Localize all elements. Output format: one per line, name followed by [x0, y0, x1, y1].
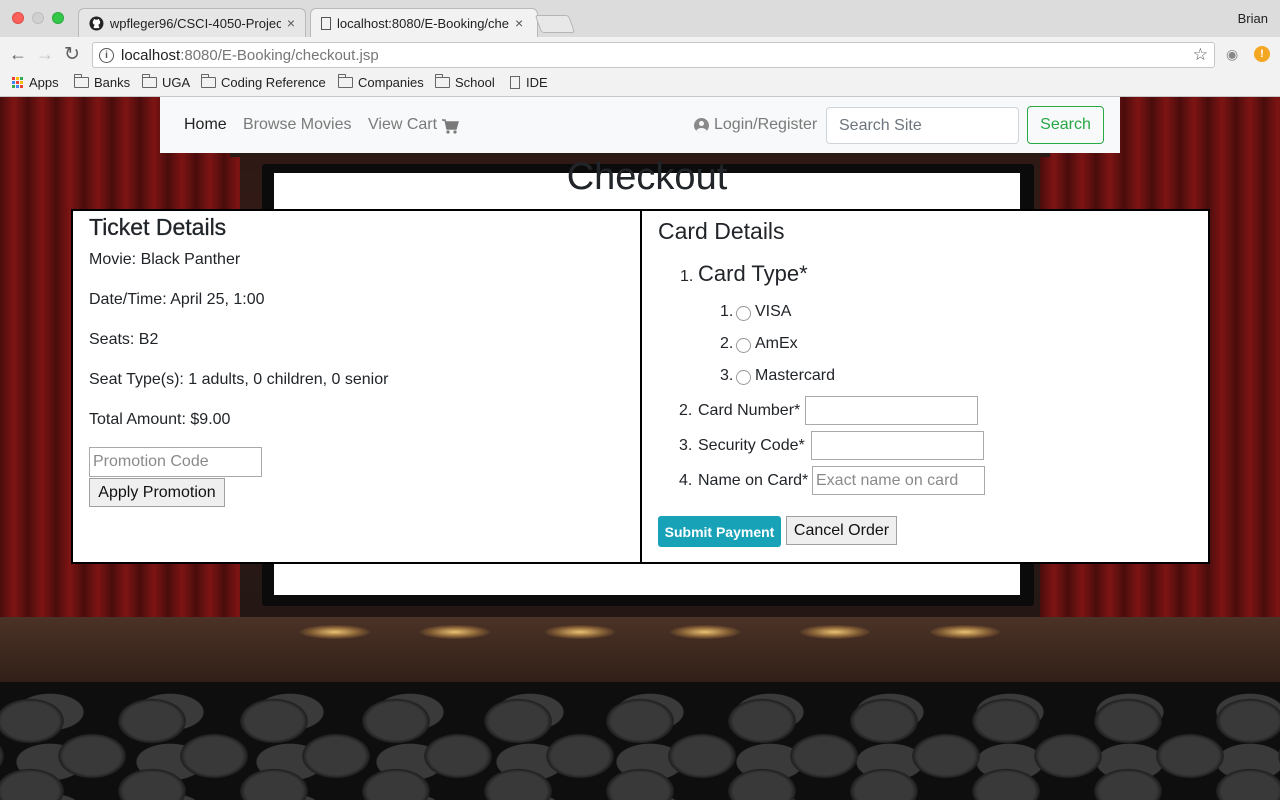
info-icon[interactable]: i	[99, 47, 114, 63]
profile-name[interactable]: Brian	[1238, 11, 1268, 26]
warning-icon[interactable]: !	[1254, 46, 1270, 62]
user-circle-icon	[694, 117, 709, 133]
list-number: 1.	[720, 303, 734, 320]
ticket-seats: Seats: B2	[89, 331, 159, 348]
bookmark-label: Banks	[94, 75, 131, 90]
bookmark-companies[interactable]: Companies	[338, 74, 424, 90]
ticket-datetime: Date/Time: April 25, 1:00	[89, 291, 265, 308]
card-details-heading: Card Details	[658, 218, 785, 244]
bookmark-apps[interactable]: Apps	[12, 75, 59, 90]
bookmark-ide[interactable]: IDE	[510, 75, 548, 90]
radio-amex[interactable]	[736, 338, 751, 353]
bookmark-uga[interactable]: UGA	[142, 74, 191, 90]
minimize-window-button[interactable]	[32, 12, 44, 24]
nav-view-cart-link[interactable]: View Cart	[368, 116, 459, 134]
card-type-visa-label: VISA	[755, 303, 792, 320]
stage-light	[930, 625, 1000, 639]
list-number: 2.	[679, 402, 693, 419]
list-number: 4.	[679, 472, 693, 489]
promotion-code-input[interactable]	[89, 447, 262, 477]
folder-icon	[435, 74, 450, 88]
radio-visa[interactable]	[736, 306, 751, 321]
nav-cart-label: View Cart	[368, 116, 438, 133]
apps-grid-icon	[12, 77, 23, 88]
bookmark-star-icon[interactable]: ☆	[1193, 45, 1208, 65]
radio-mastercard[interactable]	[736, 370, 751, 385]
ticket-details-heading: Ticket Details	[89, 214, 227, 240]
bookmark-label: Apps	[29, 75, 59, 90]
tab-bar: wpfleger96/CSCI-4050-Project × localhost…	[0, 0, 1280, 37]
card-type-amex-label: AmEx	[755, 335, 798, 352]
card-type-title: Card Type*	[698, 261, 808, 286]
stage-light	[300, 625, 370, 639]
security-code-label: Security Code*	[698, 437, 805, 454]
folder-icon	[142, 74, 157, 88]
page-icon	[510, 76, 520, 89]
bookmark-label: School	[455, 75, 495, 90]
bookmark-label: Companies	[358, 75, 424, 90]
browser-chrome: wpfleger96/CSCI-4050-Project × localhost…	[0, 0, 1280, 97]
seat-row	[0, 757, 1280, 800]
address-bar[interactable]: i localhost:8080/E-Booking/checkout.jsp …	[92, 42, 1215, 68]
card-number-input[interactable]	[805, 396, 978, 425]
panel-divider	[640, 211, 642, 562]
folder-icon	[338, 74, 353, 88]
apply-promotion-button[interactable]: Apply Promotion	[89, 478, 225, 507]
shopping-cart-icon	[442, 118, 459, 134]
bookmark-label: Coding Reference	[221, 75, 326, 90]
nav-login-label: Login/Register	[714, 116, 818, 133]
stage-light	[670, 625, 740, 639]
forward-icon[interactable]: →	[36, 44, 54, 65]
new-tab-button[interactable]	[534, 15, 576, 33]
list-number: 2.	[720, 335, 734, 352]
nav-home-link[interactable]: Home	[184, 116, 227, 134]
bookmark-label: UGA	[162, 75, 191, 90]
close-tab-icon[interactable]: ×	[287, 15, 295, 31]
card-number-label: Card Number*	[698, 402, 801, 419]
reload-icon[interactable]: ↻	[64, 43, 80, 66]
site-search-button[interactable]: Search	[1027, 106, 1104, 144]
page-title: Checkout	[566, 156, 728, 198]
camera-icon[interactable]: ◉	[1226, 46, 1238, 63]
site-search-input[interactable]	[826, 107, 1019, 144]
folder-icon	[74, 74, 89, 88]
tab-title: localhost:8080/E-Booking/checkout.jsp	[337, 15, 509, 31]
list-number: 3.	[720, 367, 734, 384]
ticket-movie: Movie: Black Panther	[89, 251, 241, 268]
stage-light	[420, 625, 490, 639]
url-path: :8080/E-Booking/checkout.jsp	[180, 46, 379, 64]
github-icon	[89, 16, 104, 30]
name-on-card-label: Name on Card*	[698, 472, 809, 489]
nav-login-register-link[interactable]: Login/Register	[694, 116, 817, 134]
nav-browse-movies-link[interactable]: Browse Movies	[243, 116, 351, 134]
list-number: 1.	[680, 268, 694, 285]
back-icon[interactable]: ←	[9, 44, 27, 65]
folder-icon	[201, 74, 216, 88]
tab-github[interactable]: wpfleger96/CSCI-4050-Project ×	[78, 8, 306, 37]
card-type-mastercard-label: Mastercard	[755, 367, 836, 384]
close-window-button[interactable]	[12, 12, 24, 24]
submit-payment-button[interactable]: Submit Payment	[658, 516, 781, 547]
cancel-order-button[interactable]: Cancel Order	[786, 516, 897, 545]
checkout-panels: Ticket Details Movie: Black Panther Date…	[71, 209, 1210, 564]
bookmarks-bar: Apps Banks UGA Coding Reference Companie…	[0, 73, 1280, 97]
bookmark-coding-reference[interactable]: Coding Reference	[201, 74, 326, 90]
ticket-total: Total Amount: $9.00	[89, 411, 231, 428]
tab-checkout[interactable]: localhost:8080/E-Booking/checkout.jsp ×	[310, 8, 538, 37]
page-icon	[321, 16, 331, 30]
bookmark-label: IDE	[526, 75, 548, 90]
stage-light	[800, 625, 870, 639]
close-tab-icon[interactable]: ×	[515, 15, 523, 31]
site-navbar: Home Browse Movies View Cart Login/Regis…	[160, 97, 1120, 153]
security-code-input[interactable]	[811, 431, 984, 460]
list-number: 3.	[679, 437, 693, 454]
bookmark-banks[interactable]: Banks	[74, 74, 131, 90]
ticket-seat-types: Seat Type(s): 1 adults, 0 children, 0 se…	[89, 371, 389, 388]
name-on-card-input[interactable]	[812, 466, 985, 495]
maximize-window-button[interactable]	[52, 12, 64, 24]
bookmark-school[interactable]: School	[435, 74, 495, 90]
tab-title: wpfleger96/CSCI-4050-Project	[109, 15, 281, 31]
stage-light	[545, 625, 615, 639]
url-host: localhost	[121, 46, 181, 64]
